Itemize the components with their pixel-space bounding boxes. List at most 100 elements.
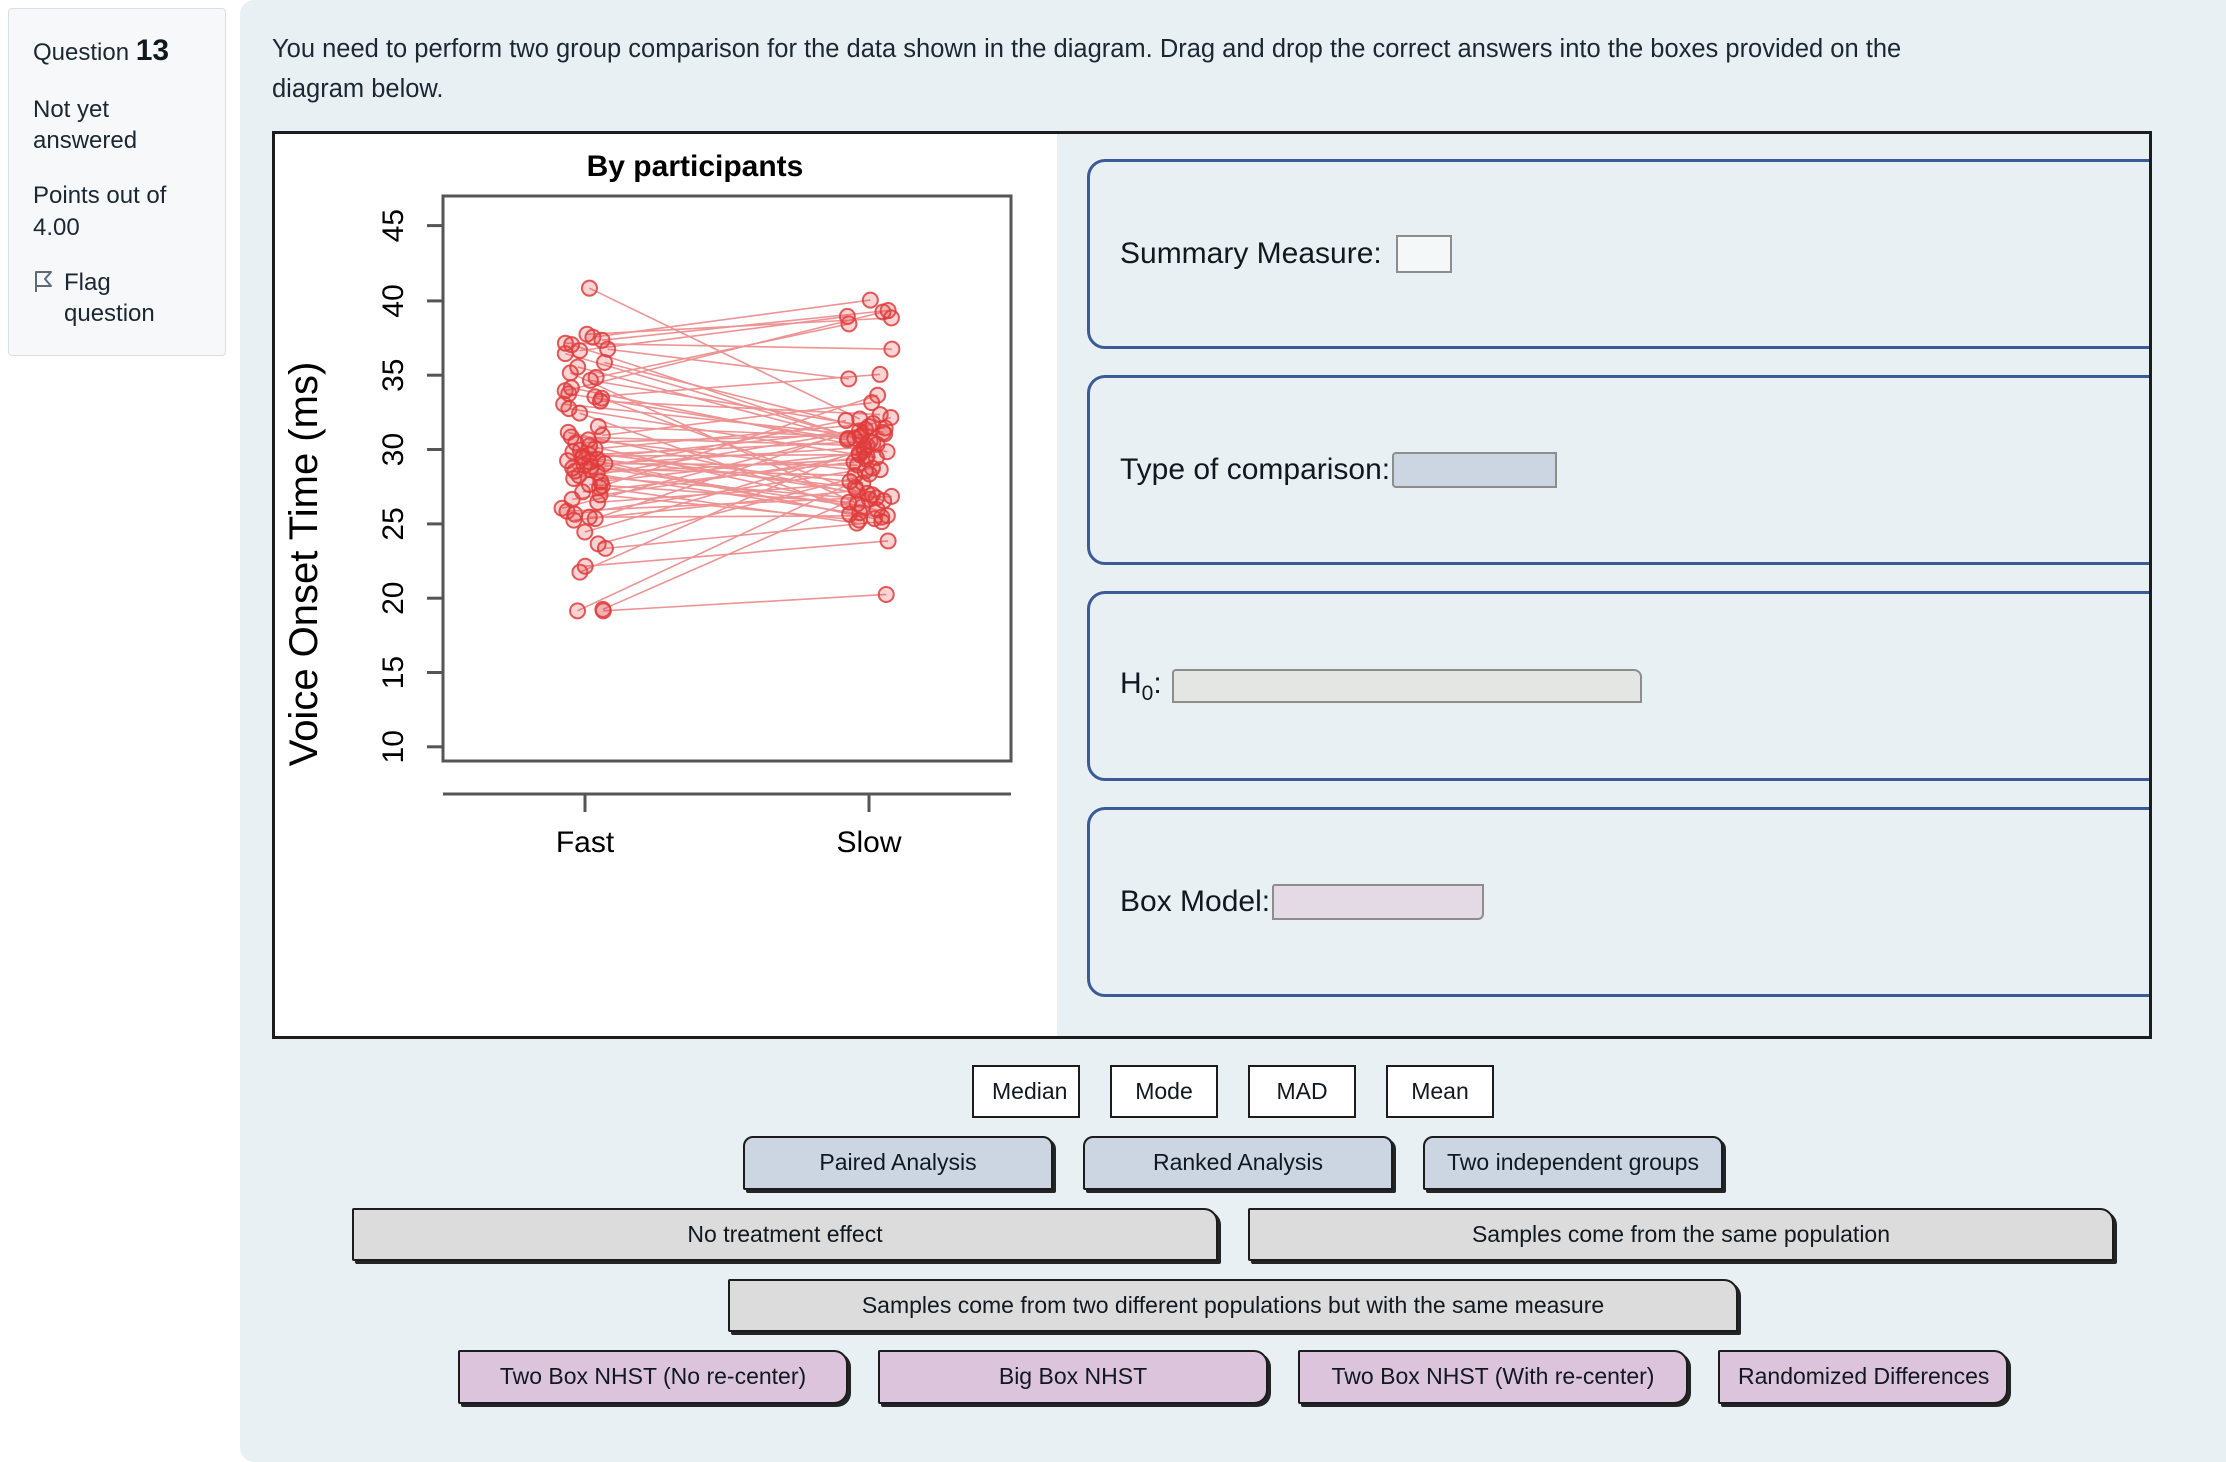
- data-point: [576, 523, 594, 541]
- data-point: [879, 532, 897, 550]
- null-hypothesis-slot[interactable]: [1171, 669, 1642, 704]
- answer-chip-area: Median Mode MAD Mean Paired Analysis Ran…: [240, 1065, 2226, 1461]
- summary-measure-label: Summary Measure:: [1120, 237, 1382, 271]
- data-point: [871, 365, 889, 383]
- chip-two-independent-groups[interactable]: Two independent groups: [1423, 1136, 1723, 1190]
- chip-mad[interactable]: MAD: [1248, 1065, 1356, 1119]
- ytick-20: 20: [377, 582, 410, 615]
- data-point: [586, 510, 604, 528]
- xtick-slow: Slow: [836, 826, 901, 859]
- drop-zone-type-of-comparison[interactable]: Type of comparison:: [1087, 375, 2149, 566]
- data-point: [565, 470, 583, 488]
- box-model-label: Box Model:: [1120, 885, 1271, 919]
- data-point: [883, 340, 901, 358]
- chip-samples-same-population[interactable]: Samples come from the same population: [1248, 1207, 2114, 1261]
- ytick-45: 45: [377, 209, 410, 242]
- h-letter: H: [1120, 666, 1142, 700]
- xtick-fast: Fast: [556, 826, 615, 859]
- summary-measure-slot[interactable]: [1395, 235, 1452, 274]
- flag-question-button[interactable]: Flag question: [33, 267, 205, 329]
- chip-median[interactable]: Median: [972, 1065, 1080, 1119]
- chip-no-treatment-effect[interactable]: No treatment effect: [352, 1207, 1218, 1261]
- data-point: [837, 412, 855, 430]
- ytick-40: 40: [377, 284, 410, 317]
- chip-two-box-nhst-no-recenter[interactable]: Two Box NHST (No re-center): [458, 1350, 848, 1404]
- data-point: [571, 563, 589, 581]
- data-point: [556, 345, 574, 363]
- question-number-row: Question 13: [33, 31, 205, 70]
- data-point: [864, 434, 882, 452]
- data-point: [580, 279, 598, 297]
- data-point: [581, 371, 599, 389]
- null-hypothesis-label: H0:: [1120, 667, 1162, 706]
- paired-scatter-plot: By participants Voice Onset Time (ms) 45…: [275, 134, 1057, 1037]
- data-point: [882, 409, 900, 427]
- diagram-container: By participants Voice Onset Time (ms) 45…: [272, 131, 2152, 1040]
- h-colon: :: [1153, 666, 1162, 700]
- question-prompt: You need to perform two group comparison…: [272, 35, 1902, 103]
- data-point: [883, 487, 901, 505]
- data-point: [869, 386, 887, 404]
- data-point: [861, 291, 879, 309]
- data-point: [594, 602, 612, 620]
- data-point: [848, 514, 866, 532]
- data-point: [839, 429, 857, 447]
- question-main-panel: You need to perform two group comparison…: [240, 0, 2226, 1462]
- data-point: [848, 495, 866, 513]
- question-label: Question: [33, 39, 130, 66]
- answer-chip-row-box-model: Two Box NHST (No re-center) Big Box NHST…: [240, 1350, 2226, 1404]
- h-subscript: 0: [1141, 681, 1154, 705]
- question-number: 13: [135, 34, 170, 67]
- data-point: [571, 404, 589, 422]
- chart-title: By participants: [587, 150, 804, 183]
- data-point: [596, 354, 614, 372]
- ytick-15: 15: [377, 656, 410, 689]
- question-points: Points out of 4.00: [33, 182, 167, 241]
- data-point: [596, 539, 614, 557]
- answer-chip-row-summary: Median Mode MAD Mean: [240, 1065, 2226, 1119]
- answer-chip-row-hypothesis-b: Samples come from two different populati…: [240, 1278, 2226, 1333]
- flag-icon: [33, 270, 55, 302]
- chip-ranked-analysis[interactable]: Ranked Analysis: [1083, 1136, 1393, 1190]
- data-point: [873, 513, 891, 531]
- data-point: [867, 489, 885, 507]
- box-model-slot[interactable]: [1272, 884, 1485, 921]
- answer-chip-row-hypothesis-a: No treatment effect Samples come from th…: [240, 1207, 2226, 1261]
- drop-zone-list: Summary Measure: Type of comparison: H0:…: [1087, 134, 2149, 1023]
- data-point: [871, 461, 889, 479]
- drop-zone-null-hypothesis[interactable]: H0:: [1087, 591, 2149, 782]
- data-point: [589, 493, 607, 511]
- data-point: [840, 370, 858, 388]
- chip-randomized-differences[interactable]: Randomized Differences: [1718, 1350, 2008, 1404]
- quiz-page: Question 13 Not yet answered Points out …: [0, 0, 2226, 1462]
- chip-samples-two-different-populations[interactable]: Samples come from two different populati…: [728, 1278, 1738, 1333]
- ytick-35: 35: [377, 359, 410, 392]
- data-point: [877, 586, 895, 604]
- question-info-panel: Question 13 Not yet answered Points out …: [8, 8, 226, 357]
- data-point: [840, 315, 858, 333]
- chip-mode[interactable]: Mode: [1110, 1065, 1218, 1119]
- data-point: [565, 511, 583, 529]
- data-point: [571, 342, 589, 360]
- data-point: [569, 602, 587, 620]
- type-of-comparison-slot[interactable]: [1392, 452, 1558, 489]
- answer-chip-row-comparison: Paired Analysis Ranked Analysis Two inde…: [240, 1136, 2226, 1190]
- ytick-25: 25: [377, 507, 410, 540]
- data-point: [559, 423, 577, 441]
- data-point: [591, 478, 609, 496]
- flag-question-label: Flag question: [64, 268, 155, 327]
- ytick-30: 30: [377, 433, 410, 466]
- chart-ylabel: Voice Onset Time (ms): [282, 362, 326, 767]
- chip-mean[interactable]: Mean: [1386, 1065, 1494, 1119]
- ytick-10: 10: [377, 730, 410, 763]
- data-point: [874, 303, 892, 321]
- data-point: [569, 358, 587, 376]
- chip-big-box-nhst[interactable]: Big Box NHST: [878, 1350, 1268, 1404]
- data-point: [591, 392, 609, 410]
- drop-zone-summary-measure[interactable]: Summary Measure:: [1087, 159, 2149, 350]
- chip-two-box-nhst-with-recenter[interactable]: Two Box NHST (With re-center): [1298, 1350, 1688, 1404]
- chip-paired-analysis[interactable]: Paired Analysis: [743, 1136, 1053, 1190]
- drop-zone-box-model[interactable]: Box Model:: [1087, 807, 2149, 998]
- question-status: Not yet answered: [33, 96, 138, 155]
- type-of-comparison-label: Type of comparison:: [1120, 453, 1391, 487]
